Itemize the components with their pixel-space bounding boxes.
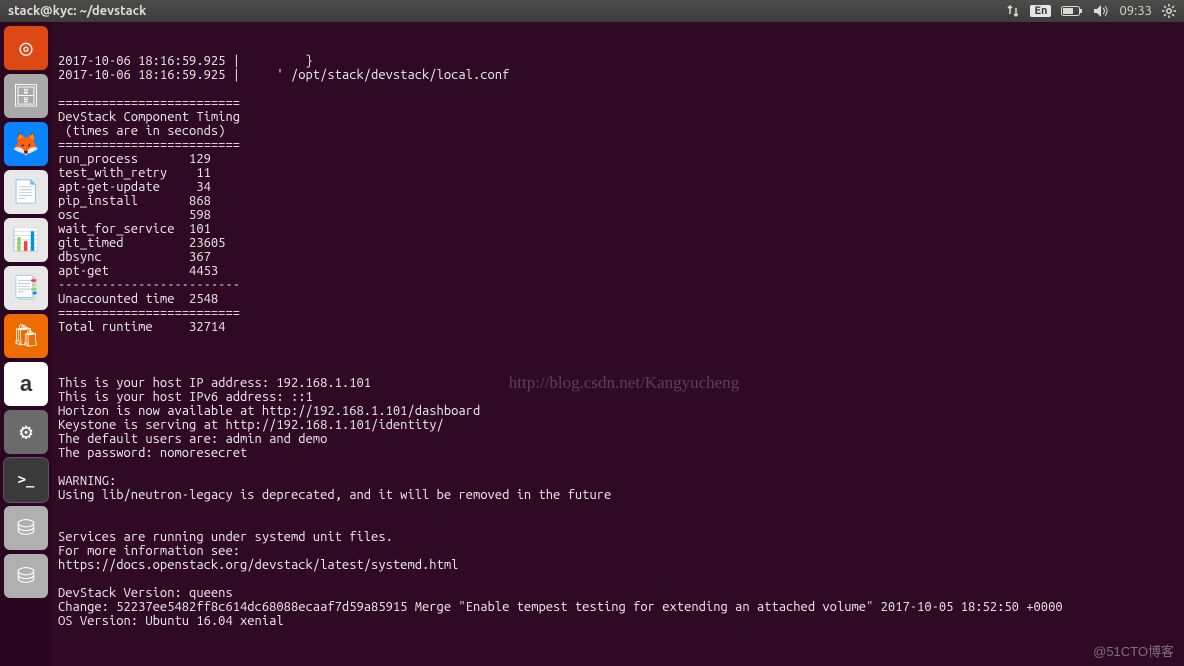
terminal-line: ========================= (58, 138, 1178, 152)
terminal-line: Change: 52237ee5482ff8c614dc68088ecaaf7d… (58, 600, 1178, 614)
launcher-disk1[interactable]: ⛁ (4, 506, 48, 550)
top-panel: stack@kyc: ~/devstack En 09:33 (0, 0, 1184, 22)
launcher-disk2[interactable]: ⛁ (4, 554, 48, 598)
terminal-line: osc 598 (58, 208, 1178, 222)
terminal-line: Keystone is serving at http://192.168.1.… (58, 418, 1178, 432)
terminal-line: This is your host IP address: 192.168.1.… (58, 376, 1178, 390)
launcher-files[interactable]: 🗄 (4, 74, 48, 118)
terminal-line: dbsync 367 (58, 250, 1178, 264)
terminal-line: 2017-10-06 18:16:59.925 | ' /opt/stack/d… (58, 68, 1178, 82)
terminal-line: 2017-10-06 18:16:59.925 | } (58, 54, 1178, 68)
terminal-line: DevStack Version: queens (58, 586, 1178, 600)
terminal-line: git_timed 23605 (58, 236, 1178, 250)
launcher-software[interactable]: 🛍 (4, 314, 48, 358)
terminal-line (58, 348, 1178, 362)
launcher-firefox[interactable]: 🦊 (4, 122, 48, 166)
terminal-line: ========================= (58, 306, 1178, 320)
window-title: stack@kyc: ~/devstack (8, 4, 146, 18)
terminal-line: ------------------------- (58, 278, 1178, 292)
launcher-terminal[interactable]: >_ (4, 458, 48, 502)
language-indicator[interactable]: En (1030, 5, 1051, 17)
terminal-line: Horizon is now available at http://192.1… (58, 404, 1178, 418)
volume-icon[interactable] (1093, 4, 1109, 18)
terminal-line: OS Version: Ubuntu 16.04 xenial (58, 614, 1178, 628)
launcher: ◎🗄🦊📄📊📑🛍a⚙>_⛁⛁ (0, 22, 52, 666)
launcher-settings[interactable]: ⚙ (4, 410, 48, 454)
terminal-line: Services are running under systemd unit … (58, 530, 1178, 544)
terminal-line (58, 460, 1178, 474)
launcher-amazon[interactable]: a (4, 362, 48, 406)
terminal-line: Unaccounted time 2548 (58, 292, 1178, 306)
terminal-line: apt-get-update 34 (58, 180, 1178, 194)
terminal-line: test_with_retry 11 (58, 166, 1178, 180)
terminal-line (58, 628, 1178, 642)
network-updown-icon[interactable] (1006, 4, 1020, 18)
battery-icon[interactable] (1061, 5, 1083, 17)
terminal-line (58, 362, 1178, 376)
terminal-line: ========================= (58, 96, 1178, 110)
terminal-line: wait_for_service 101 (58, 222, 1178, 236)
clock[interactable]: 09:33 (1119, 4, 1152, 18)
launcher-calc[interactable]: 📊 (4, 218, 48, 262)
terminal-line (58, 572, 1178, 586)
launcher-impress[interactable]: 📑 (4, 266, 48, 310)
terminal-line: Using lib/neutron-legacy is deprecated, … (58, 488, 1178, 502)
terminal-line (58, 502, 1178, 516)
launcher-dash[interactable]: ◎ (4, 26, 48, 70)
terminal-line: The default users are: admin and demo (58, 432, 1178, 446)
launcher-writer[interactable]: 📄 (4, 170, 48, 214)
terminal-line: This is your host IPv6 address: ::1 (58, 390, 1178, 404)
terminal-line (58, 334, 1178, 348)
terminal-line: The password: nomoresecret (58, 446, 1178, 460)
terminal-line: apt-get 4453 (58, 264, 1178, 278)
terminal[interactable]: 2017-10-06 18:16:59.925 | }2017-10-06 18… (52, 22, 1184, 666)
terminal-line: run_process 129 (58, 152, 1178, 166)
terminal-line (58, 82, 1178, 96)
gear-icon[interactable] (1162, 4, 1176, 18)
terminal-line: For more information see: (58, 544, 1178, 558)
terminal-line: Total runtime 32714 (58, 320, 1178, 334)
terminal-line: (times are in seconds) (58, 124, 1178, 138)
terminal-line: https://docs.openstack.org/devstack/late… (58, 558, 1178, 572)
terminal-line: DevStack Component Timing (58, 110, 1178, 124)
terminal-line (58, 516, 1178, 530)
terminal-line: WARNING: (58, 474, 1178, 488)
terminal-line: pip_install 868 (58, 194, 1178, 208)
